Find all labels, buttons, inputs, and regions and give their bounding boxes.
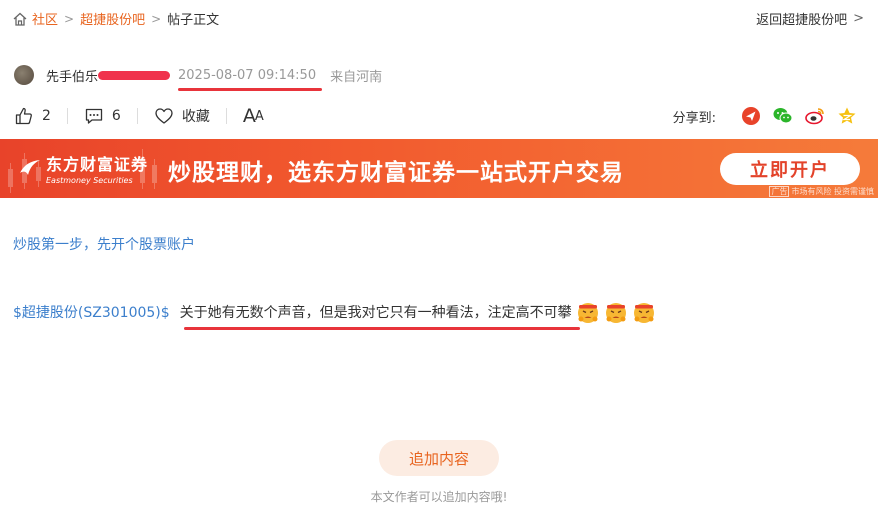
- ad-banner[interactable]: 东方财富证券 Eastmoney Securities 炒股理财，选东方财富证券…: [0, 139, 878, 198]
- banner-slogan: 炒股理财，选东方财富证券一站式开户交易: [168, 160, 624, 186]
- comment-icon: [85, 108, 103, 124]
- divider: [136, 108, 138, 124]
- append-content-note: 本文作者可以追加内容哦!: [370, 490, 508, 504]
- breadcrumb-community[interactable]: 社区: [32, 9, 58, 28]
- append-content-button[interactable]: 追加内容: [379, 440, 499, 476]
- thumbs-up-icon: [15, 107, 32, 125]
- post-content: $超捷股份(SZ301005)$ 关于她有无数个声音，但是我对它只有一种看法，注…: [13, 300, 656, 330]
- font-size-toggle[interactable]: AA: [242, 105, 264, 127]
- share-wechat-icon[interactable]: [772, 105, 794, 127]
- home-icon[interactable]: [12, 11, 28, 27]
- breadcrumb-separator: >: [151, 11, 162, 26]
- font-size-small: A: [254, 108, 264, 124]
- brand-logo: 东方财富证券 Eastmoney Securities: [18, 151, 148, 185]
- divider: [66, 108, 68, 124]
- share-guba-icon[interactable]: [740, 105, 762, 127]
- font-size-large: A: [242, 105, 256, 127]
- breadcrumb-current: 帖子正文: [167, 13, 220, 28]
- divider: [225, 108, 227, 124]
- favorite-button[interactable]: 收藏: [154, 106, 210, 126]
- heart-icon: [155, 108, 173, 124]
- author-row: 先手伯乐 2025-08-07 09:14:50 来自河南: [14, 64, 383, 91]
- breadcrumb: 社区 > 超捷股份吧 > 帖子正文: [12, 9, 219, 28]
- like-count: 2: [42, 108, 51, 124]
- share-weibo-icon[interactable]: [804, 105, 826, 127]
- chevron-right-icon: >: [853, 11, 864, 26]
- post-time: 2025-08-07 09:14:50: [178, 67, 323, 91]
- comment-button[interactable]: 6: [84, 106, 121, 126]
- share-label: 分享到:: [672, 110, 716, 126]
- open-account-link[interactable]: 炒股第一步，先开个股票账户: [13, 234, 195, 254]
- back-label: 返回超捷股份吧: [756, 13, 848, 28]
- risk-note: 广告 市场有风险 投资需谨慎: [769, 186, 874, 197]
- fighting-emoji-icon: [577, 303, 598, 323]
- post-text: 关于她有无数个声音，但是我对它只有一种看法，注定高不可攀: [179, 302, 580, 330]
- ad-tag: 广告: [769, 186, 790, 197]
- back-to-bar-link[interactable]: 返回超捷股份吧 >: [756, 9, 864, 28]
- like-button[interactable]: 2: [14, 106, 51, 126]
- brand-name-en: Eastmoney Securities: [46, 176, 133, 185]
- time-underline: [178, 87, 323, 91]
- post-location: 来自河南: [330, 69, 383, 85]
- favorite-label: 收藏: [181, 109, 210, 125]
- open-account-button[interactable]: 立即开户: [720, 153, 860, 185]
- action-bar: 2 6 收藏 AA: [14, 104, 264, 128]
- eastmoney-logo-icon: [20, 160, 40, 175]
- breadcrumb-separator: >: [64, 11, 75, 26]
- share-bar: 分享到:: [673, 104, 858, 128]
- share-qzone-icon[interactable]: [836, 105, 858, 127]
- text-underline: [183, 327, 580, 330]
- brand-name-cn: 东方财富证券: [46, 155, 149, 174]
- post-time-text: 2025-08-07 09:14:50: [178, 67, 317, 83]
- stock-tag-link[interactable]: $超捷股份(SZ301005)$: [13, 302, 170, 322]
- author-name[interactable]: 先手伯乐: [46, 66, 98, 85]
- redaction-mark: [98, 70, 171, 80]
- comment-count: 6: [111, 108, 121, 124]
- fighting-emoji-icon: [633, 303, 654, 323]
- top-bar: 社区 > 超捷股份吧 > 帖子正文 返回超捷股份吧 >: [0, 0, 878, 36]
- post-text-body: 关于她有无数个声音，但是我对它只有一种看法，注定高不可攀: [179, 305, 572, 321]
- risk-note-text: 市场有风险 投资需谨慎: [791, 187, 874, 196]
- fighting-emoji-icon: [605, 303, 626, 323]
- avatar[interactable]: [14, 65, 34, 85]
- breadcrumb-stock-bar[interactable]: 超捷股份吧: [80, 9, 145, 28]
